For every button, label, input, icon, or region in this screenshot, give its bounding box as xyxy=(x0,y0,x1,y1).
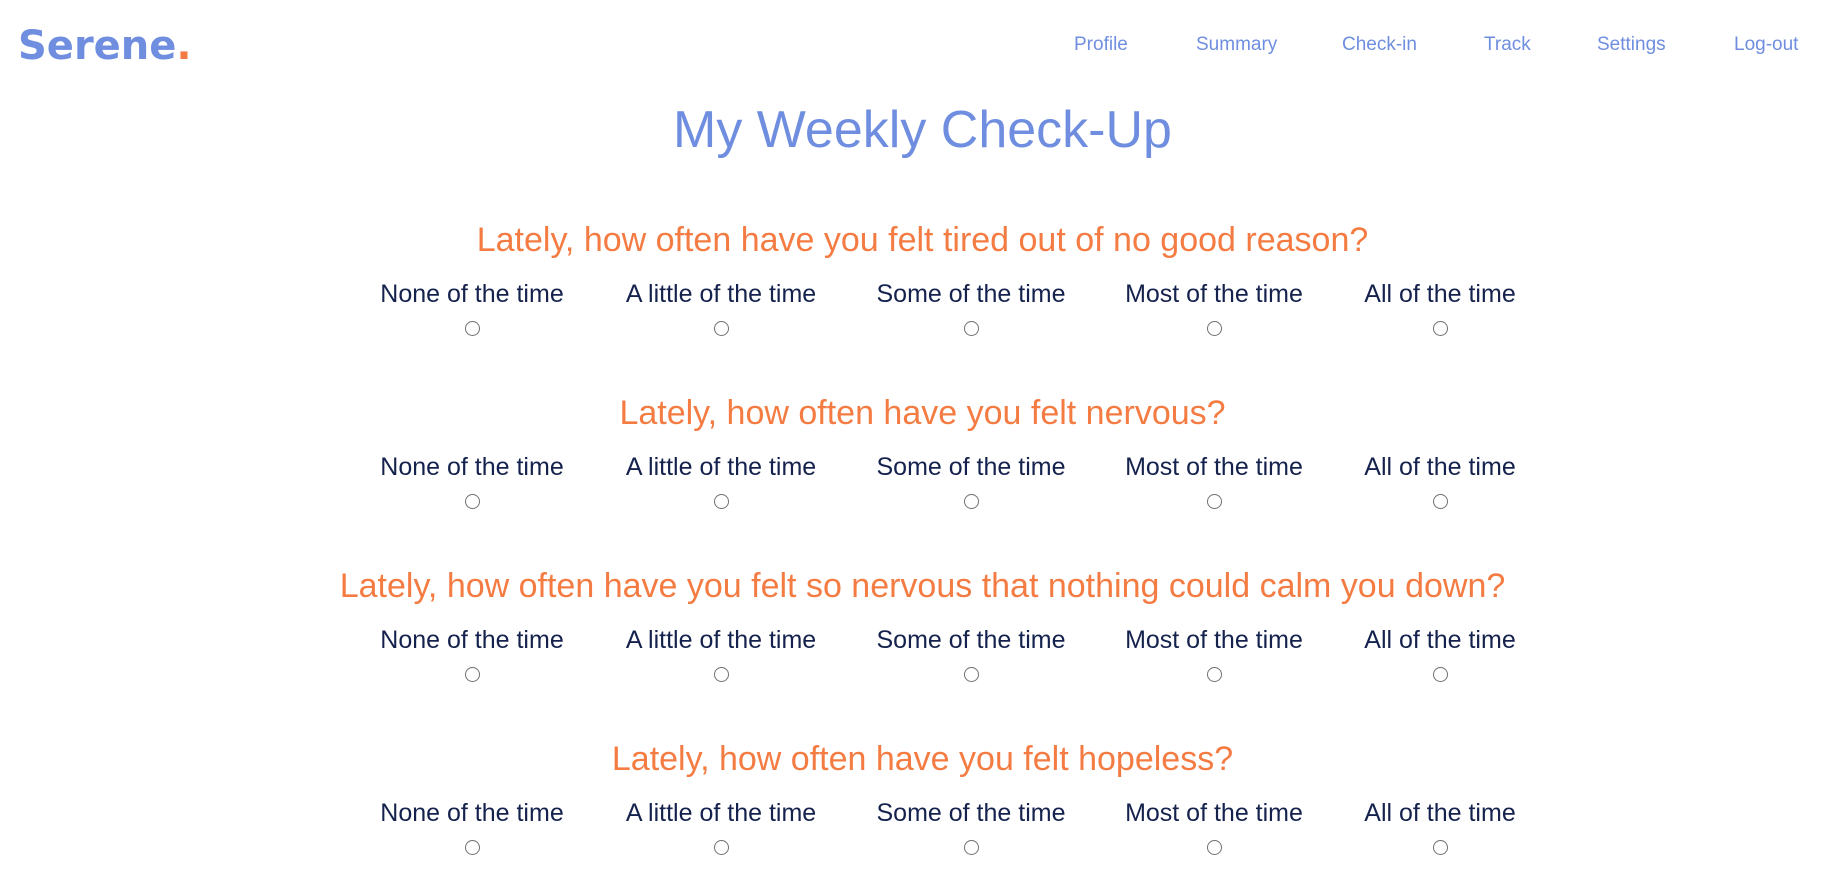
radio-button[interactable] xyxy=(464,321,480,336)
option-all[interactable]: All of the time xyxy=(1320,450,1560,509)
option-all[interactable]: All of the time xyxy=(1320,277,1560,336)
radio-button[interactable] xyxy=(713,321,729,336)
radio-button[interactable] xyxy=(1206,840,1222,855)
option-label: Some of the time xyxy=(876,280,1066,308)
option-none[interactable]: None of the time xyxy=(352,450,592,509)
option-label: None of the time xyxy=(380,626,564,654)
nav-check-in[interactable]: Check-in xyxy=(1342,30,1417,60)
option-label: All of the time xyxy=(1364,626,1516,654)
radio-button[interactable] xyxy=(464,840,480,855)
option-all[interactable]: All of the time xyxy=(1320,796,1560,855)
option-label: Most of the time xyxy=(1125,453,1303,481)
option-label: None of the time xyxy=(380,453,564,481)
option-label: Some of the time xyxy=(876,626,1066,654)
radio-button[interactable] xyxy=(1432,321,1448,336)
option-a-little[interactable]: A little of the time xyxy=(601,623,841,682)
radio-button[interactable] xyxy=(963,494,979,509)
radio-button[interactable] xyxy=(464,494,480,509)
page-title: My Weekly Check-Up xyxy=(673,101,1172,159)
nav-log-out[interactable]: Log-out xyxy=(1734,30,1798,60)
option-label: All of the time xyxy=(1364,280,1516,308)
option-label: Most of the time xyxy=(1125,280,1303,308)
option-a-little[interactable]: A little of the time xyxy=(601,796,841,855)
option-most[interactable]: Most of the time xyxy=(1094,796,1334,855)
option-label: A little of the time xyxy=(625,453,817,481)
option-a-little[interactable]: A little of the time xyxy=(601,277,841,336)
radio-button[interactable] xyxy=(1432,667,1448,682)
nav-track[interactable]: Track xyxy=(1484,30,1531,60)
radio-button[interactable] xyxy=(713,494,729,509)
option-label: A little of the time xyxy=(625,280,817,308)
radio-button[interactable] xyxy=(713,840,729,855)
nav-summary[interactable]: Summary xyxy=(1196,30,1277,60)
option-label: Most of the time xyxy=(1125,799,1303,827)
option-some[interactable]: Some of the time xyxy=(851,450,1091,509)
option-some[interactable]: Some of the time xyxy=(851,796,1091,855)
question-text: Lately, how often have you felt so nervo… xyxy=(339,567,1506,605)
option-none[interactable]: None of the time xyxy=(352,623,592,682)
radio-button[interactable] xyxy=(1206,321,1222,336)
option-some[interactable]: Some of the time xyxy=(851,277,1091,336)
option-label: None of the time xyxy=(380,799,564,827)
option-a-little[interactable]: A little of the time xyxy=(601,450,841,509)
radio-button[interactable] xyxy=(963,840,979,855)
option-label: None of the time xyxy=(380,280,564,308)
question-text: Lately, how often have you felt hopeless… xyxy=(611,740,1234,778)
nav-profile[interactable]: Profile xyxy=(1074,30,1128,60)
option-label: All of the time xyxy=(1364,799,1516,827)
top-nav: Profile Summary Check-in Track Settings … xyxy=(0,30,1845,60)
option-label: A little of the time xyxy=(625,626,817,654)
question-text: Lately, how often have you felt tired ou… xyxy=(476,221,1369,259)
radio-button[interactable] xyxy=(1432,840,1448,855)
option-most[interactable]: Most of the time xyxy=(1094,450,1334,509)
radio-button[interactable] xyxy=(963,321,979,336)
radio-button[interactable] xyxy=(1432,494,1448,509)
radio-button[interactable] xyxy=(713,667,729,682)
option-most[interactable]: Most of the time xyxy=(1094,623,1334,682)
radio-button[interactable] xyxy=(1206,494,1222,509)
option-label: A little of the time xyxy=(625,799,817,827)
radio-button[interactable] xyxy=(963,667,979,682)
option-some[interactable]: Some of the time xyxy=(851,623,1091,682)
question-text: Lately, how often have you felt nervous? xyxy=(619,394,1226,432)
option-label: All of the time xyxy=(1364,453,1516,481)
option-none[interactable]: None of the time xyxy=(352,796,592,855)
radio-button[interactable] xyxy=(464,667,480,682)
radio-button[interactable] xyxy=(1206,667,1222,682)
option-all[interactable]: All of the time xyxy=(1320,623,1560,682)
option-label: Some of the time xyxy=(876,453,1066,481)
option-label: Most of the time xyxy=(1125,626,1303,654)
option-most[interactable]: Most of the time xyxy=(1094,277,1334,336)
nav-settings[interactable]: Settings xyxy=(1597,30,1666,60)
option-label: Some of the time xyxy=(876,799,1066,827)
option-none[interactable]: None of the time xyxy=(352,277,592,336)
